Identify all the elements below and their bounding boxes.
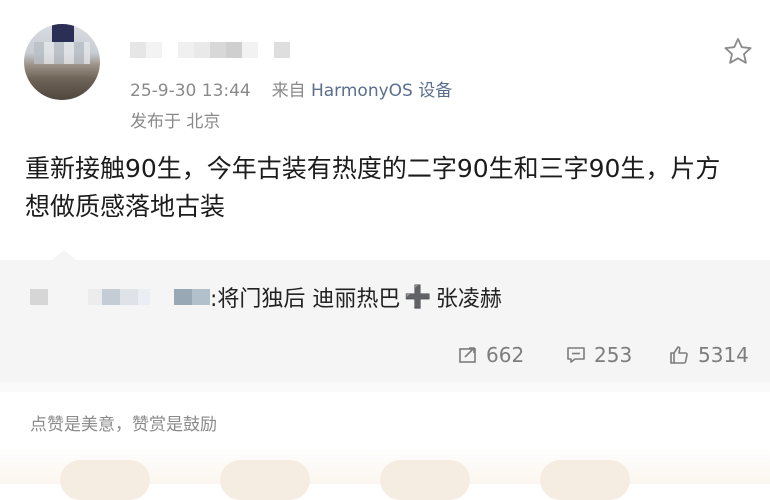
quote-user-pixelated[interactable]: [30, 289, 48, 305]
quote-line[interactable]: :将门独后 迪丽热巴 ➕ 张凌赫: [30, 282, 502, 312]
post-location: 发布于 北京: [130, 112, 221, 132]
comment-action[interactable]: 253: [566, 340, 632, 370]
reward-avatar-placeholder: [540, 460, 630, 500]
comment-count: 253: [594, 343, 633, 367]
plus-icon: ➕: [404, 284, 432, 310]
source-prefix: 来自: [271, 81, 306, 101]
like-count: 5314: [698, 343, 749, 367]
quote-pointer: [52, 250, 76, 260]
star-icon[interactable]: [722, 36, 754, 68]
post-meta: 25-9-30 13:44 来自 HarmonyOS 设备: [130, 76, 452, 101]
reward-avatar-placeholder: [220, 460, 310, 500]
source-device-link[interactable]: HarmonyOS 设备: [311, 81, 452, 101]
reward-avatar-placeholder: [380, 460, 470, 500]
section-divider: [0, 382, 770, 392]
reward-avatar-placeholder: [60, 460, 150, 500]
like-action[interactable]: 5314: [668, 340, 749, 370]
weibo-post: 25-9-30 13:44 来自 HarmonyOS 设备 发布于 北京 重新接…: [0, 0, 770, 260]
post-content: 重新接触90生，今年古装有热度的二字90生和三字90生，片方想做质感落地古装: [25, 154, 721, 221]
repost-action[interactable]: 662: [458, 340, 524, 370]
post-timestamp: 25-9-30 13:44: [130, 81, 251, 101]
repost-icon: [459, 347, 476, 363]
repost-count: 662: [486, 343, 525, 367]
quote-text-end: 张凌赫: [435, 287, 502, 312]
thumbs-up-icon: [670, 346, 688, 364]
quote-text: :将门独后 迪丽热巴: [210, 287, 401, 312]
comment-icon: [567, 347, 585, 363]
quoted-comment[interactable]: [0, 260, 770, 382]
username-pixelated[interactable]: [130, 42, 290, 58]
reward-tip: 点赞是美意，赞赏是鼓励: [30, 415, 217, 435]
avatar[interactable]: [24, 24, 100, 100]
